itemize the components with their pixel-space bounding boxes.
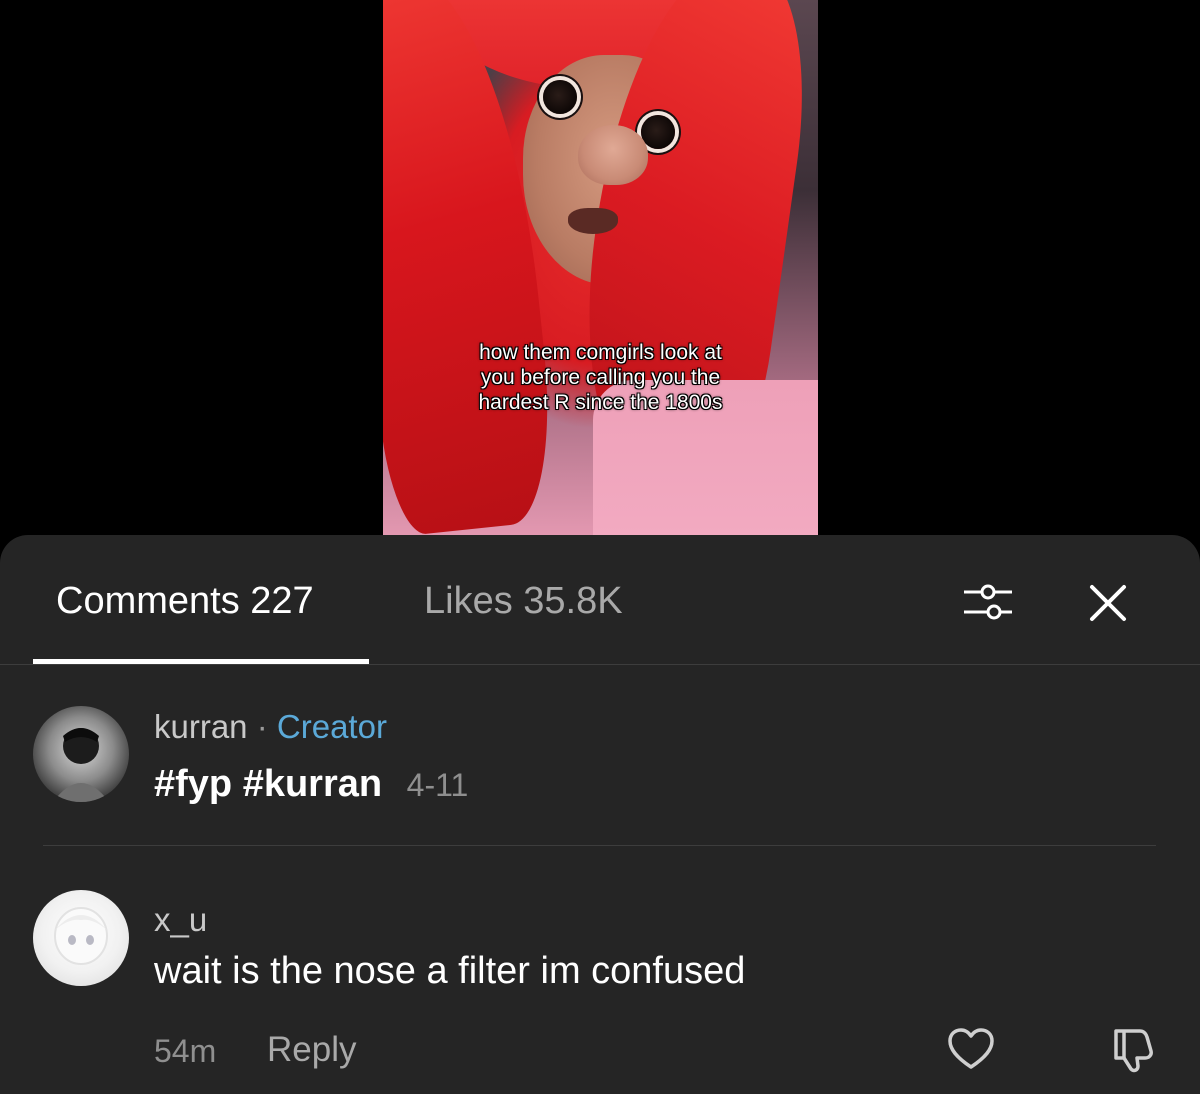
video-player[interactable]: how them comgirls look at you before cal… <box>383 0 818 545</box>
username[interactable]: kurran <box>154 708 248 745</box>
reply-button[interactable]: Reply <box>267 1030 356 1070</box>
video-eye-left <box>543 80 577 114</box>
comment-date: 4-11 <box>406 767 469 803</box>
tabs-divider <box>0 664 1200 665</box>
video-mouth <box>568 208 618 234</box>
hashtag-link[interactable]: #fyp <box>154 763 232 805</box>
video-caption: how them comgirls look at you before cal… <box>383 340 818 415</box>
tab-likes[interactable]: Likes 35.8K <box>424 580 623 623</box>
close-icon[interactable] <box>1080 575 1136 631</box>
separator: · <box>256 708 268 745</box>
caption-line: hardest R since the 1800s <box>478 391 723 414</box>
sheet-tabs: Comments 227 Likes 35.8K <box>0 535 1200 665</box>
video-eye-right <box>641 115 675 149</box>
video-nose <box>578 125 648 185</box>
comment-author[interactable]: kurran · Creator <box>154 708 387 746</box>
creator-badge: Creator <box>276 708 387 745</box>
comment-body: #fyp #kurran 4-11 <box>154 763 468 806</box>
comment-divider <box>43 845 1156 846</box>
thumbs-down-icon[interactable] <box>1108 1025 1158 1075</box>
caption-line: how them comgirls look at <box>479 341 722 364</box>
comment-time: 54m <box>154 1033 217 1069</box>
comment-text: wait is the nose a filter im confused <box>154 950 746 992</box>
screen: how them comgirls look at you before cal… <box>0 0 1200 1094</box>
tab-comments[interactable]: Comments 227 <box>56 580 314 623</box>
heart-icon[interactable] <box>946 1025 996 1075</box>
avatar[interactable] <box>33 706 129 802</box>
sliders-icon[interactable] <box>960 575 1016 631</box>
caption-line: you before calling you the <box>480 366 721 389</box>
avatar[interactable] <box>33 890 129 986</box>
hashtag-link[interactable]: #kurran <box>243 763 382 805</box>
comments-sheet: Comments 227 Likes 35.8K kurran · Creato… <box>0 535 1200 1094</box>
username[interactable]: x_u <box>154 901 207 939</box>
